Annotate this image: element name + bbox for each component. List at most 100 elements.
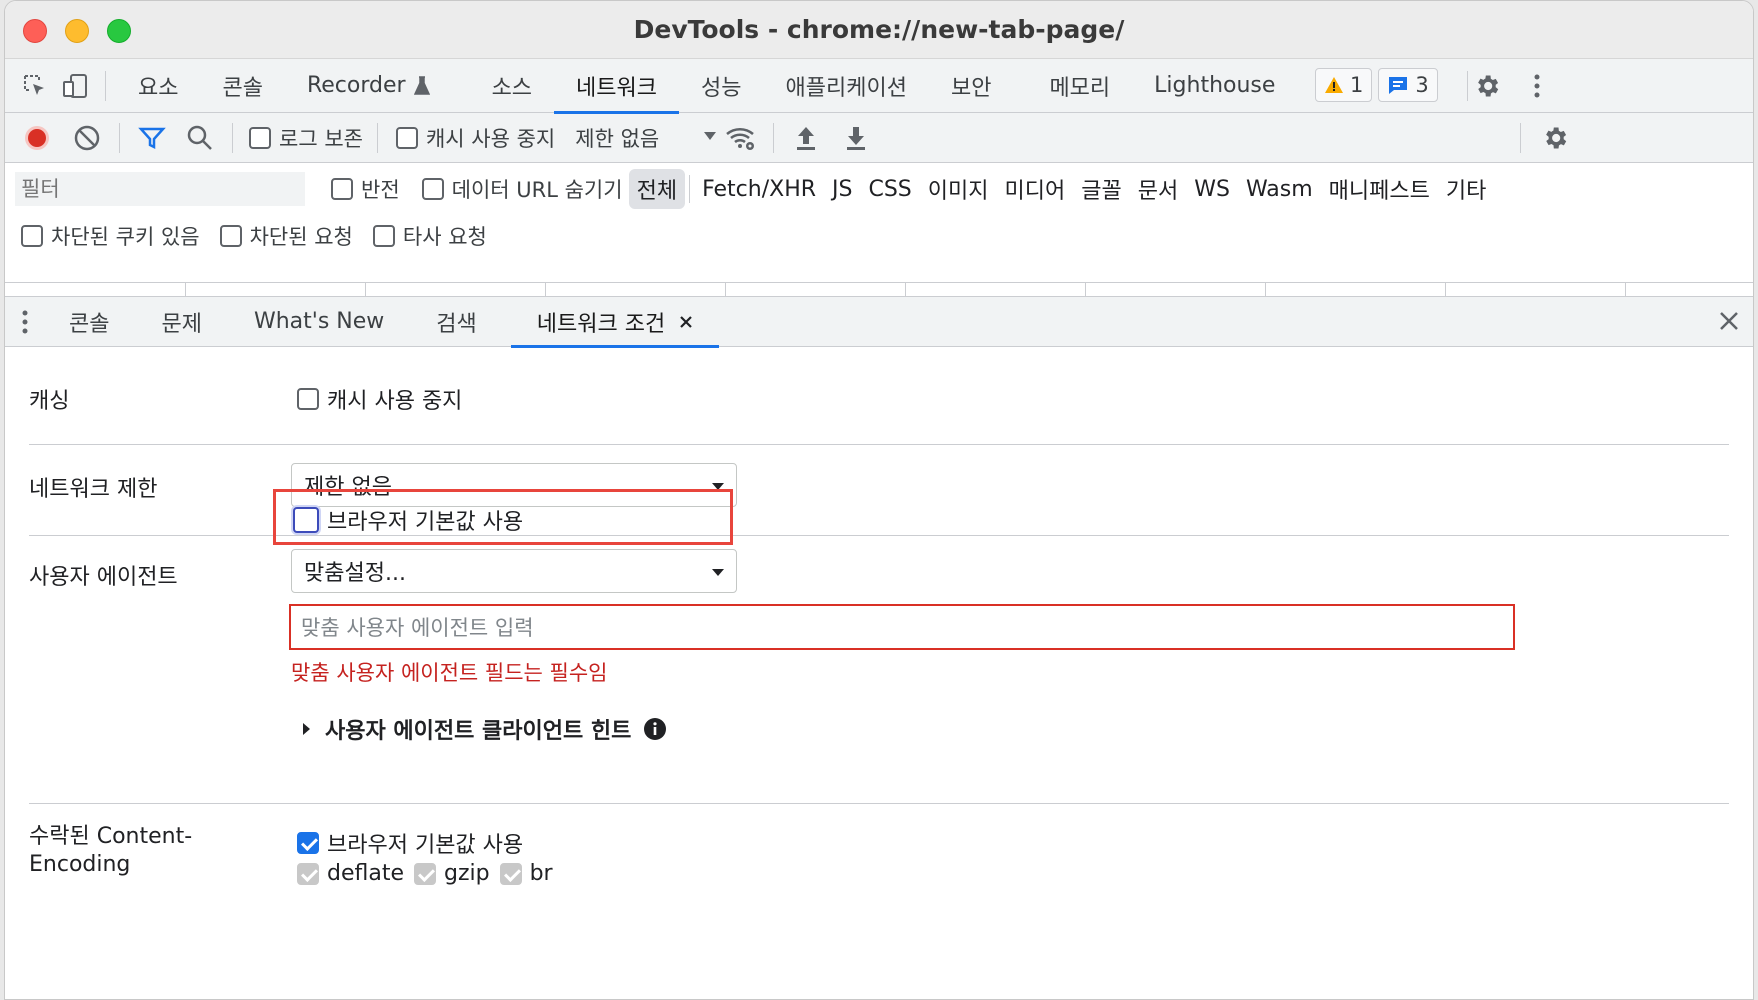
throttle-dropdown[interactable]: 제한 없음 bbox=[575, 123, 717, 153]
preserve-log-checkbox[interactable] bbox=[249, 126, 271, 149]
disable-cache-checkbox[interactable] bbox=[395, 126, 418, 149]
hide-data-urls-option[interactable]: 데이터 URL 숨기기 bbox=[421, 174, 623, 204]
br-label: br bbox=[529, 861, 553, 886]
invert-option[interactable]: 반전 bbox=[331, 174, 400, 204]
download-icon[interactable] bbox=[834, 116, 878, 160]
blocked-cookies-checkbox[interactable] bbox=[21, 225, 43, 247]
drawer-tab-network-conditions[interactable]: 네트워크 조건 bbox=[510, 297, 720, 348]
tab-elements[interactable]: 요소 bbox=[116, 59, 200, 113]
blocked-requests-checkbox[interactable] bbox=[219, 225, 242, 247]
zoom-window-button[interactable] bbox=[107, 19, 131, 43]
record-icon[interactable] bbox=[15, 116, 59, 160]
encoding-browser-default-option[interactable]: 브라우저 기본값 사용 bbox=[297, 827, 523, 859]
drawer-tab-whats-new[interactable]: What's New bbox=[228, 297, 410, 347]
filter-row-2: 차단된 쿠키 있음 차단된 요청 타사 요청 bbox=[15, 221, 1753, 251]
divider bbox=[105, 70, 106, 101]
drawer-tab-issues[interactable]: 문제 bbox=[135, 297, 227, 347]
filter-type-font[interactable]: 글꼴 bbox=[1073, 169, 1129, 209]
conditions-disable-cache-option[interactable]: 캐시 사용 중지 bbox=[297, 383, 462, 415]
issue-badges: 1 3 bbox=[1315, 68, 1438, 102]
br-checkbox[interactable] bbox=[499, 862, 522, 885]
ua-preset-select[interactable]: 맞춤설정... bbox=[291, 549, 737, 593]
third-party-option[interactable]: 타사 요청 bbox=[372, 221, 487, 251]
filter-type-css[interactable]: CSS bbox=[860, 173, 919, 206]
content-encoding-label: 수락된 Content- Encoding bbox=[29, 823, 192, 879]
ua-error-message: 맞춤 사용자 에이전트 필드는 필수임 bbox=[291, 661, 608, 685]
encoding-browser-default-label: 브라우저 기본값 사용 bbox=[327, 833, 524, 858]
filter-type-all[interactable]: 전체 bbox=[628, 169, 686, 209]
gear-icon[interactable] bbox=[1533, 116, 1577, 160]
title-bar: DevTools - chrome://new-tab-page/ bbox=[5, 1, 1753, 59]
divider bbox=[689, 175, 691, 203]
caching-label: 캐싱 bbox=[29, 389, 70, 414]
gzip-checkbox[interactable] bbox=[414, 862, 436, 885]
divider bbox=[29, 803, 1729, 804]
filter-type-wasm[interactable]: Wasm bbox=[1238, 173, 1321, 206]
clear-icon[interactable] bbox=[65, 116, 109, 160]
close-window-button[interactable] bbox=[23, 19, 47, 43]
ua-browser-default-option[interactable]: 브라우저 기본값 사용 bbox=[293, 504, 523, 536]
drawer-tab-console[interactable]: 콘솔 bbox=[45, 297, 135, 347]
filter-type-media[interactable]: 미디어 bbox=[997, 169, 1074, 209]
devtools-window: DevTools - chrome://new-tab-page/ 요소 콘솔 … bbox=[4, 0, 1754, 1000]
ua-browser-default-checkbox[interactable] bbox=[293, 507, 319, 533]
filter-type-ws[interactable]: WS bbox=[1186, 173, 1238, 206]
more-vert-icon[interactable] bbox=[1517, 66, 1557, 106]
conditions-disable-cache-checkbox[interactable] bbox=[297, 388, 319, 410]
gzip-label: gzip bbox=[444, 861, 490, 886]
info-icon[interactable] bbox=[643, 717, 667, 741]
tab-lighthouse[interactable]: Lighthouse bbox=[1132, 59, 1297, 113]
blocked-requests-option[interactable]: 차단된 요청 bbox=[219, 221, 353, 251]
encoding-browser-default-checkbox[interactable] bbox=[297, 832, 319, 854]
ua-preset-select-value: 맞춤설정... bbox=[304, 561, 406, 586]
tab-sources[interactable]: 소스 bbox=[470, 59, 554, 113]
tab-console[interactable]: 콘솔 bbox=[200, 59, 284, 113]
tab-security[interactable]: 보안 bbox=[929, 59, 1013, 113]
tab-application[interactable]: 애플리케이션 bbox=[764, 59, 929, 113]
filter-type-doc[interactable]: 문서 bbox=[1130, 169, 1186, 209]
warnings-count: 1 bbox=[1350, 73, 1364, 97]
warnings-badge[interactable]: 1 bbox=[1315, 68, 1373, 102]
filter-input[interactable] bbox=[15, 172, 305, 206]
messages-badge[interactable]: 3 bbox=[1378, 68, 1438, 102]
filter-type-js[interactable]: JS bbox=[824, 173, 860, 206]
minimize-window-button[interactable] bbox=[65, 19, 89, 43]
inspect-icon[interactable] bbox=[15, 66, 55, 106]
disable-cache-option[interactable]: 캐시 사용 중지 bbox=[395, 123, 555, 153]
ua-browser-default-label: 브라우저 기본값 사용 bbox=[327, 510, 524, 535]
divider bbox=[773, 122, 775, 153]
blocked-cookies-option[interactable]: 차단된 쿠키 있음 bbox=[21, 221, 200, 251]
close-icon[interactable] bbox=[679, 315, 693, 329]
caret-down-icon bbox=[704, 131, 717, 140]
wifi-settings-icon[interactable] bbox=[719, 116, 763, 160]
hide-data-urls-checkbox[interactable] bbox=[421, 178, 444, 200]
tab-network[interactable]: 네트워크 bbox=[554, 59, 679, 114]
tab-memory[interactable]: 메모리 bbox=[1027, 59, 1132, 113]
gear-icon[interactable] bbox=[1467, 66, 1507, 106]
search-icon[interactable] bbox=[178, 116, 222, 160]
filter-type-manifest[interactable]: 매니페스트 bbox=[1321, 169, 1438, 209]
divider bbox=[232, 122, 233, 153]
invert-checkbox[interactable] bbox=[331, 178, 353, 200]
more-vert-icon[interactable] bbox=[5, 309, 45, 335]
tab-recorder[interactable]: Recorder bbox=[285, 59, 452, 113]
message-icon bbox=[1389, 77, 1408, 94]
tab-performance[interactable]: 성능 bbox=[679, 59, 763, 113]
divider bbox=[376, 122, 378, 153]
custom-ua-input[interactable]: 맞춤 사용자 에이전트 입력 bbox=[289, 604, 1515, 650]
overview-timeline[interactable] bbox=[5, 282, 1753, 296]
content-encoding-label-line-2: Encoding bbox=[29, 852, 131, 877]
filter-type-other[interactable]: 기타 bbox=[1438, 169, 1494, 209]
ua-client-hints-toggle[interactable]: 사용자 에이전트 클라이언트 힌트 bbox=[301, 713, 667, 745]
close-drawer-icon[interactable] bbox=[1717, 309, 1741, 337]
filter-type-fetch-xhr[interactable]: Fetch/XHR bbox=[694, 173, 824, 206]
drawer-tab-search[interactable]: 검색 bbox=[410, 297, 502, 347]
preserve-log-option[interactable]: 로그 보존 bbox=[249, 123, 363, 153]
filter-icon[interactable] bbox=[130, 116, 174, 160]
upload-icon[interactable] bbox=[784, 116, 828, 160]
filter-type-img[interactable]: 이미지 bbox=[920, 169, 997, 209]
third-party-checkbox[interactable] bbox=[372, 225, 395, 247]
conditions-disable-cache-label: 캐시 사용 중지 bbox=[327, 389, 463, 414]
device-toggle-icon[interactable] bbox=[55, 66, 95, 106]
deflate-checkbox[interactable] bbox=[297, 862, 319, 885]
